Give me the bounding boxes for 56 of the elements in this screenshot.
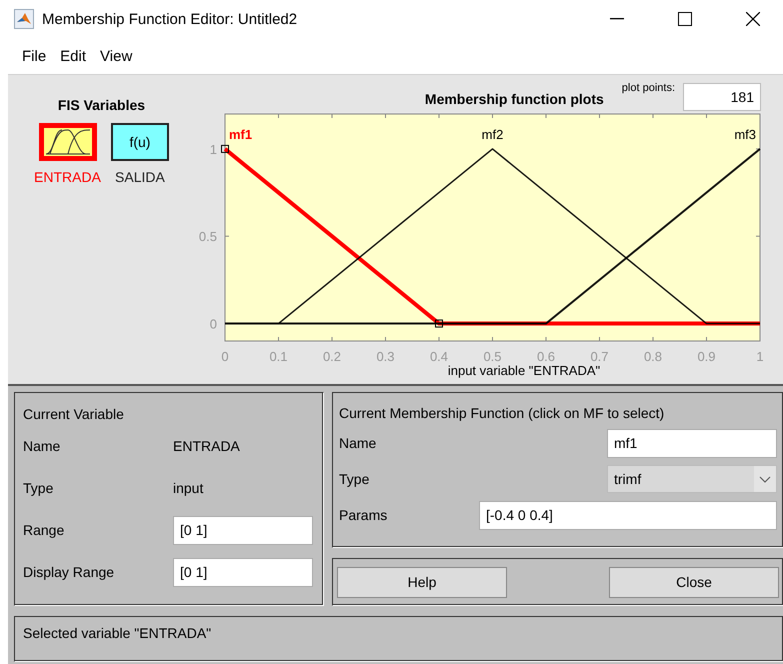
handle-icon[interactable] <box>221 144 229 153</box>
mf-name-field[interactable]: mf1 <box>607 428 777 458</box>
minimize-icon <box>610 18 624 20</box>
y-tick-label: 1 <box>210 142 217 157</box>
field-label: Params <box>339 507 388 523</box>
handle-icon[interactable] <box>435 320 443 328</box>
x-tick-label: 0.5 <box>483 349 502 364</box>
series-label: mf1 <box>229 126 252 142</box>
field-label: Type <box>339 471 370 487</box>
x-tick-label: 0.9 <box>697 349 716 364</box>
series-label: mf2 <box>482 126 504 142</box>
y-tick-label: 0 <box>210 316 217 332</box>
close-icon <box>746 12 760 26</box>
x-tick-label: 0.7 <box>590 349 609 364</box>
x-tick-label: 0 <box>221 349 229 364</box>
section-title: FIS Variables <box>58 97 146 113</box>
x-tick-label: 0.2 <box>322 349 342 364</box>
field-label: Name <box>339 435 378 451</box>
x-axis-label: input variable "ENTRADA" <box>448 363 600 378</box>
input-variable-block[interactable] <box>38 123 96 161</box>
display-range-field[interactable]: [0 1] <box>173 558 313 586</box>
panel-title: Current Membership Function (click on MF to select) <box>339 405 666 421</box>
window-title: Membership Function Editor: Untitled2 <box>42 10 298 28</box>
output-variable-block[interactable]: f(u) <box>110 123 169 161</box>
params-field[interactable]: [-0.4 0 0.4] <box>479 500 777 530</box>
field-label: Name <box>23 438 62 454</box>
x-tick-label: 0.4 <box>430 349 448 364</box>
range-field[interactable]: [0 1] <box>173 516 313 544</box>
app-logo-icon <box>14 9 34 29</box>
series-label: mf3 <box>734 126 756 142</box>
menu-item[interactable]: View <box>94 48 138 64</box>
field-label: Range <box>23 522 66 538</box>
menu-item[interactable]: File <box>16 48 52 64</box>
panel-title: Current Variable <box>23 406 125 422</box>
chevron-down-icon <box>754 466 776 492</box>
x-tick-label: 0.8 <box>644 349 662 364</box>
y-tick-label: 0.5 <box>198 229 217 244</box>
x-tick-label: 0.6 <box>536 349 556 364</box>
x-tick-label: 0.3 <box>376 349 395 364</box>
status-text: Selected variable "ENTRADA" <box>23 625 212 641</box>
mf-type-dropdown[interactable]: trimf <box>607 465 777 493</box>
close-dialog-button[interactable]: Close <box>609 566 779 598</box>
field-label: Type <box>23 480 54 496</box>
help-button[interactable]: Help <box>337 566 507 598</box>
maximize-icon <box>678 12 692 26</box>
x-tick-label: 0.1 <box>269 349 288 364</box>
variable-label: SALIDA <box>115 169 165 185</box>
plot-points-field[interactable]: 181 <box>683 83 761 111</box>
variable-label: ENTRADA <box>34 169 101 185</box>
field-label: Display Range <box>23 564 116 580</box>
menu-item[interactable]: Edit <box>54 48 92 64</box>
variable-name: ENTRADA <box>173 438 241 454</box>
plot-points-label: plot points: <box>622 82 675 94</box>
x-tick-label: 1 <box>756 349 764 364</box>
plot-title: Membership function plots <box>424 91 604 109</box>
variable-type: input <box>173 480 204 496</box>
